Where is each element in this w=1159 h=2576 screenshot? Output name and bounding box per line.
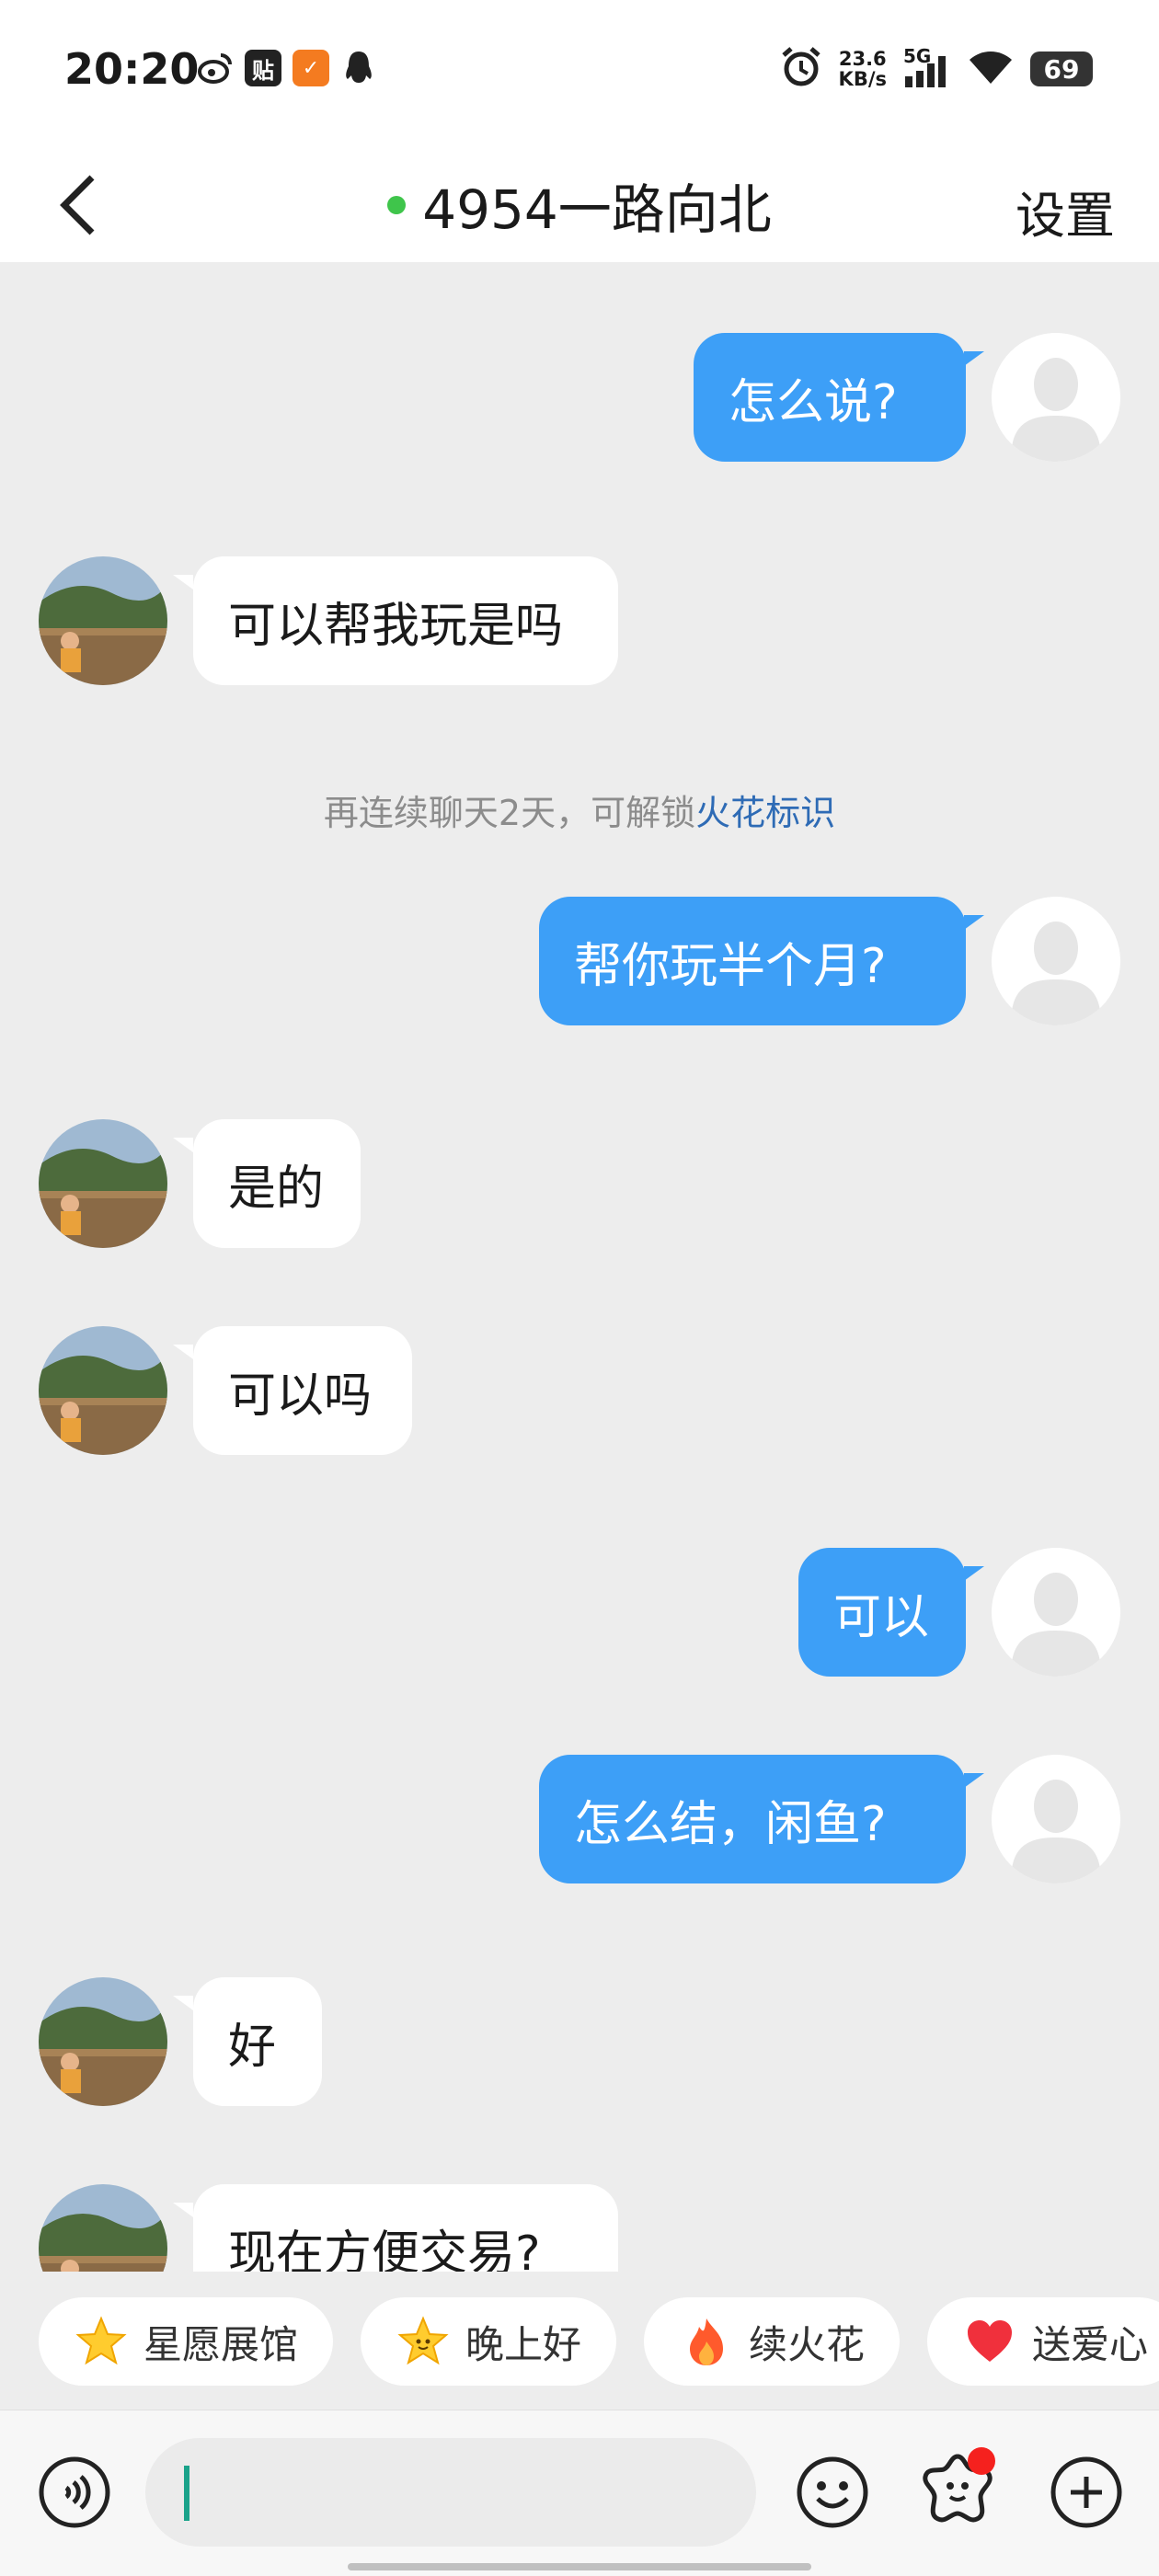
contact-photo <box>39 556 167 685</box>
incoming-bubble[interactable]: 现在方便交易? <box>193 2184 618 2272</box>
contact-avatar[interactable] <box>39 556 167 685</box>
message-row-outgoing: 怎么说? <box>0 333 1159 462</box>
spark-link[interactable]: 火花标识 <box>695 793 835 833</box>
bubble-tail <box>964 1566 984 1581</box>
notification-icons: 贴 ✓ <box>197 50 377 86</box>
title-area: 4954一路向北 <box>0 147 1159 262</box>
bubble-tail <box>173 575 193 590</box>
system-notice: 再连续聊天2天，可解锁火花标识 <box>0 784 1159 835</box>
app-icon: ✓ <box>293 50 329 86</box>
page-title: 4954一路向北 <box>422 177 772 241</box>
emoji-icon <box>797 2456 868 2528</box>
net-speed-value: 23.6 <box>838 48 887 70</box>
my-avatar[interactable] <box>992 897 1120 1025</box>
outgoing-bubble[interactable]: 可以 <box>798 1548 966 1677</box>
tieba-icon: 贴 <box>245 50 281 86</box>
bubble-tail <box>173 1138 193 1152</box>
contact-photo <box>39 2184 167 2272</box>
home-indicator[interactable] <box>348 2563 811 2570</box>
outgoing-bubble[interactable]: 帮你玩半个月? <box>539 897 966 1025</box>
net-speed: 23.6 KB/s <box>839 49 887 89</box>
text-caret <box>184 2466 189 2521</box>
alarm-icon <box>780 46 822 92</box>
default-user-icon <box>992 897 1120 1025</box>
chip-send-love[interactable]: 送爱心 <box>927 2297 1159 2386</box>
message-row-incoming: 可以帮我玩是吗 <box>0 556 1159 685</box>
status-bar: 20:20 贴 ✓ 23.6 KB/s 5G 69 <box>0 0 1159 147</box>
my-avatar[interactable] <box>992 333 1120 462</box>
emoji-button[interactable] <box>791 2451 874 2534</box>
contact-photo <box>39 1977 167 2106</box>
chip-good-evening[interactable]: 晚上好 <box>361 2297 617 2386</box>
contact-avatar[interactable] <box>39 1326 167 1455</box>
back-button[interactable] <box>37 164 120 246</box>
status-right: 23.6 KB/s 5G 69 <box>780 45 1093 92</box>
default-user-icon <box>992 1755 1120 1883</box>
flame-icon <box>681 2316 732 2367</box>
settings-button[interactable]: 设置 <box>1016 175 1115 247</box>
system-notice-text: 再连续聊天2天，可解锁 <box>323 793 696 833</box>
message-list[interactable]: 怎么说? 可以帮我玩是吗 再连续聊天2天，可解锁火花标识 帮你玩半个月? 是的 <box>0 262 1159 2272</box>
default-user-icon <box>992 1548 1120 1677</box>
contact-avatar[interactable] <box>39 2184 167 2272</box>
voice-button[interactable] <box>33 2451 116 2534</box>
default-user-icon <box>992 333 1120 462</box>
incoming-bubble[interactable]: 可以吗 <box>193 1326 412 1455</box>
online-status-dot <box>387 195 407 214</box>
outgoing-bubble[interactable]: 怎么说? <box>694 333 966 462</box>
outgoing-bubble[interactable]: 怎么结，闲鱼? <box>539 1755 966 1883</box>
bubble-tail <box>173 1345 193 1359</box>
status-time: 20:20 <box>64 44 200 94</box>
chevron-left-icon <box>60 175 95 235</box>
message-row-incoming: 可以吗 <box>0 1326 1159 1455</box>
message-row-outgoing: 怎么结，闲鱼? <box>0 1755 1159 1883</box>
bubble-tail <box>173 1996 193 2010</box>
contact-photo <box>39 1119 167 1248</box>
qq-icon <box>340 50 377 86</box>
network-type: 5G <box>903 45 932 67</box>
plus-icon <box>1050 2456 1122 2528</box>
input-bar <box>0 2410 1159 2576</box>
message-row-outgoing: 帮你玩半个月? <box>0 897 1159 1025</box>
bubble-tail <box>964 351 984 366</box>
signal-icon: 5G <box>903 45 951 89</box>
incoming-bubble[interactable]: 是的 <box>193 1119 361 1248</box>
message-row-incoming: 好 <box>0 1977 1159 2106</box>
notification-badge <box>968 2447 995 2475</box>
battery-indicator: 69 <box>1030 52 1093 86</box>
bubble-tail <box>964 915 984 930</box>
message-row-incoming: 是的 <box>0 1119 1159 1248</box>
voice-icon <box>39 2456 110 2528</box>
sticker-button[interactable] <box>916 2447 999 2530</box>
chip-continue-spark[interactable]: 续火花 <box>644 2297 901 2386</box>
bubble-tail <box>173 2203 193 2217</box>
more-button[interactable] <box>1045 2451 1128 2534</box>
contact-avatar[interactable] <box>39 1119 167 1248</box>
message-row-outgoing: 可以 <box>0 1548 1159 1677</box>
wifi-icon <box>968 49 1014 89</box>
quick-reply-chips: 星愿展馆 晚上好 续火花 送爱心 <box>0 2272 1159 2410</box>
heart-icon <box>964 2316 1016 2367</box>
contact-avatar[interactable] <box>39 1977 167 2106</box>
my-avatar[interactable] <box>992 1755 1120 1883</box>
star-icon <box>75 2316 127 2367</box>
net-speed-unit: KB/s <box>838 68 887 90</box>
bubble-tail <box>964 1773 984 1788</box>
contact-photo <box>39 1326 167 1455</box>
chip-label: 续火花 <box>749 2321 866 2367</box>
my-avatar[interactable] <box>992 1548 1120 1677</box>
chat-header: 4954一路向北 设置 <box>0 147 1159 262</box>
star-face-icon <box>397 2316 449 2367</box>
chip-label: 送爱心 <box>1032 2321 1149 2367</box>
message-input[interactable] <box>145 2438 756 2547</box>
chip-label: 星愿展馆 <box>143 2321 299 2367</box>
chip-label: 晚上好 <box>465 2321 582 2367</box>
weibo-icon <box>197 50 234 86</box>
incoming-bubble[interactable]: 好 <box>193 1977 322 2106</box>
message-row-incoming: 现在方便交易? <box>0 2184 1159 2272</box>
chip-wish-gallery[interactable]: 星愿展馆 <box>39 2297 334 2386</box>
incoming-bubble[interactable]: 可以帮我玩是吗 <box>193 556 618 685</box>
